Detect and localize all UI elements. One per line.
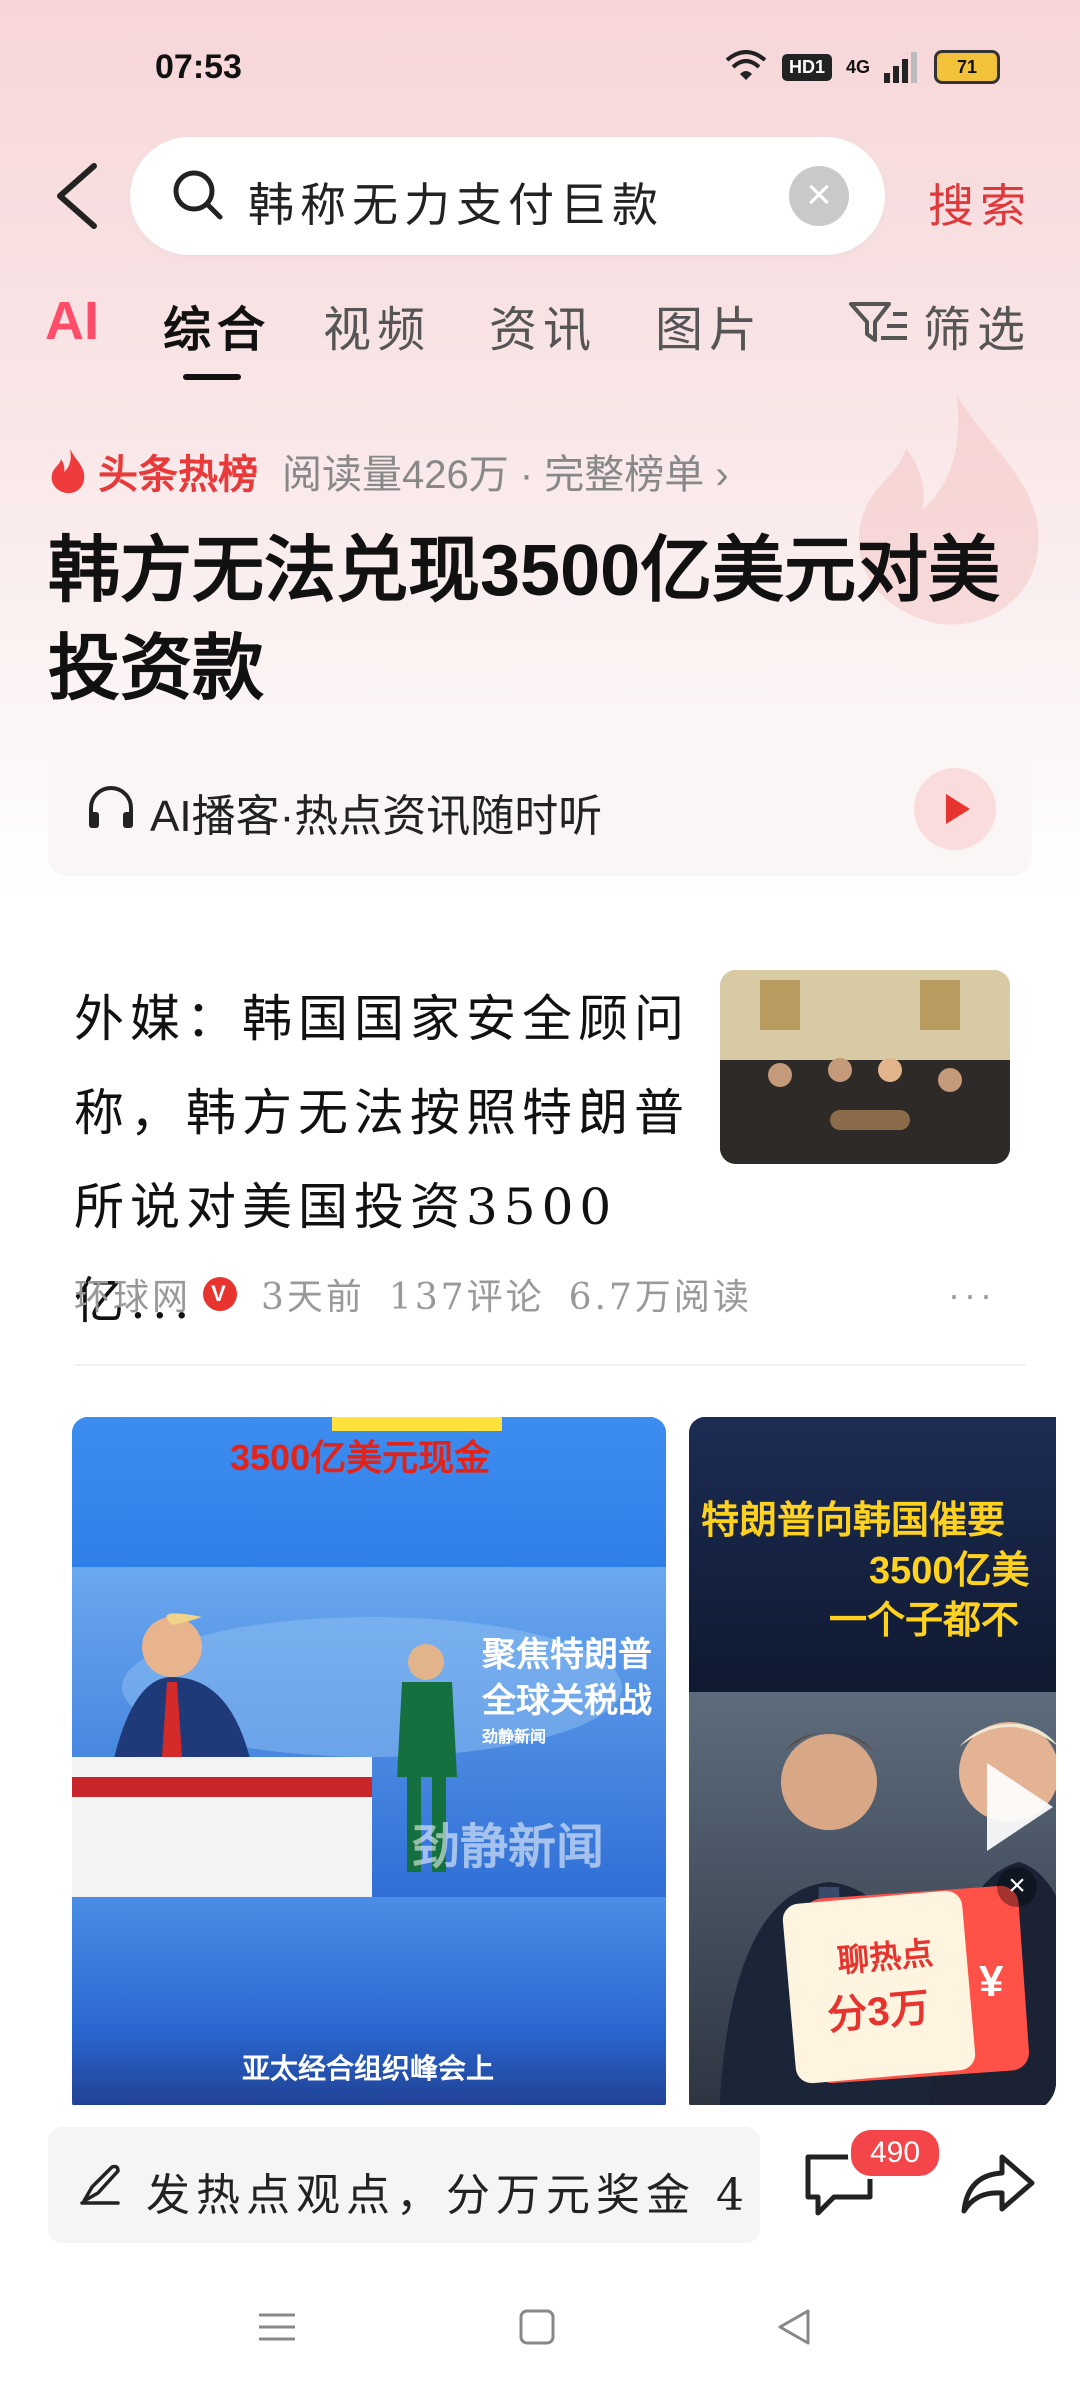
more-options-button[interactable]: ··· [948,1274,996,1316]
video-1-watermark: 劲静新闻 [412,1821,605,1874]
search-input[interactable]: 韩称无力支付巨款 [248,169,664,235]
video-1-side-caption-2: 全球关税战 [482,1682,652,1720]
tab-ai[interactable]: AI [45,290,99,352]
video-1-bottom-caption: 亚太经合组织峰会上 [242,2053,495,2084]
tab-bar: AI 综合 视频 资讯 图片 筛选 [45,290,1045,390]
ai-podcast-banner[interactable]: AI播客·热点资讯随时听 [48,738,1032,876]
comment-input[interactable]: 发热点观点，分万元奖金 4. [48,2127,760,2243]
video-2-caption-3: 一个子都不 [829,1600,1020,1642]
article-thumbnail[interactable] [720,970,1010,1164]
headphones-icon [89,786,133,828]
back-arrow-icon[interactable] [50,160,102,232]
play-icon [946,794,970,824]
hot-list-label: 头条热榜 [98,453,258,497]
video-play-icon[interactable] [979,1757,1056,1857]
system-nav-bar [0,2305,1080,2385]
tab-filter[interactable]: 筛选 [923,290,1031,360]
network-label: 4G [845,56,870,77]
hot-list-row[interactable]: 头条热榜 阅读量426万 · 完整榜单 › [48,442,729,500]
podcast-text: AI播客·热点资讯随时听 [150,792,603,841]
play-button[interactable] [914,768,996,850]
battery-icon: 71 [934,50,1000,84]
signal-icon [884,52,917,83]
video-1-side-caption-1: 聚焦特朗普 [482,1636,652,1674]
tab-images[interactable]: 图片 [655,290,763,360]
tab-comprehensive[interactable]: 综合 [163,290,271,360]
tab-video[interactable]: 视频 [323,290,431,360]
video-card-1[interactable]: 3500亿美元现金 聚焦特朗普 全球关税战 劲静新闻 劲静新闻 亚太经合组织峰会… [72,1417,666,2112]
video-2-caption-2: 3500亿美 [869,1550,1030,1592]
status-time: 07:53 [155,48,242,86]
tab-news[interactable]: 资讯 [489,290,597,360]
search-button[interactable]: 搜索 [928,170,1032,236]
pen-icon [80,2164,120,2205]
article-comments: 137评论 [388,1277,545,1318]
hd-icon: HD1 [781,53,832,81]
video-1-small-logo: 劲静新闻 [482,1729,547,1746]
filter-icon[interactable] [847,298,909,348]
comment-placeholder: 发热点观点，分万元奖金 4. [146,2170,746,2221]
verified-badge: V [203,1277,238,1311]
article-meta: 环球网 V 3天前 137评论 6.7万阅读 [74,1268,752,1320]
comment-count-badge: 490 [848,2127,942,2179]
article-source[interactable]: 环球网 [74,1268,191,1320]
nav-back-icon[interactable] [772,2305,816,2349]
thumbnail-scene [720,970,1010,1164]
promo-text-2: 分3万 [825,1985,932,2039]
article-time: 3天前 [261,1277,365,1318]
battery-level: 71 [956,56,978,77]
article-reads: 6.7万阅读 [568,1277,752,1318]
close-promo-icon[interactable]: × [997,1867,1037,1907]
promo-text-1: 聊热点 [835,1934,935,1980]
active-tab-indicator [183,374,241,380]
bottom-bar: 发热点观点，分万元奖金 4. 490 [0,2105,1080,2400]
status-bar: 07:53 HD1 4G 71 [0,0,1080,120]
status-icons: HD1 4G 71 [724,50,1000,84]
promo-yuan-symbol: ¥ [979,1957,1004,2006]
share-icon[interactable] [958,2149,1036,2217]
wifi-icon [725,50,767,80]
nav-menu-icon[interactable] [255,2305,299,2349]
divider [74,1364,1026,1366]
video-1-top-caption: 3500亿美元现金 [230,1437,491,1478]
search-icon [173,170,223,220]
nav-home-icon[interactable] [515,2305,559,2349]
result-card: 外媒：韩国国家安全顾问称，韩方无法按照特朗普所说对美国投资3500亿... 环球… [24,912,1056,2112]
search-box[interactable]: 韩称无力支付巨款 × [130,137,885,255]
video-card-2[interactable]: 特朗普向韩国催要 3500亿美 一个子都不 聊热点 分3万 ¥ × [689,1417,1056,2112]
video-2-caption-1: 特朗普向韩国催要 [701,1500,1006,1542]
flame-icon [51,449,85,494]
hot-list-meta[interactable]: 阅读量426万 · 完整榜单 › [282,442,729,500]
clear-icon[interactable]: × [789,166,849,226]
page-headline: 韩方无法兑现3500亿美元对美投资款 [48,531,1001,709]
